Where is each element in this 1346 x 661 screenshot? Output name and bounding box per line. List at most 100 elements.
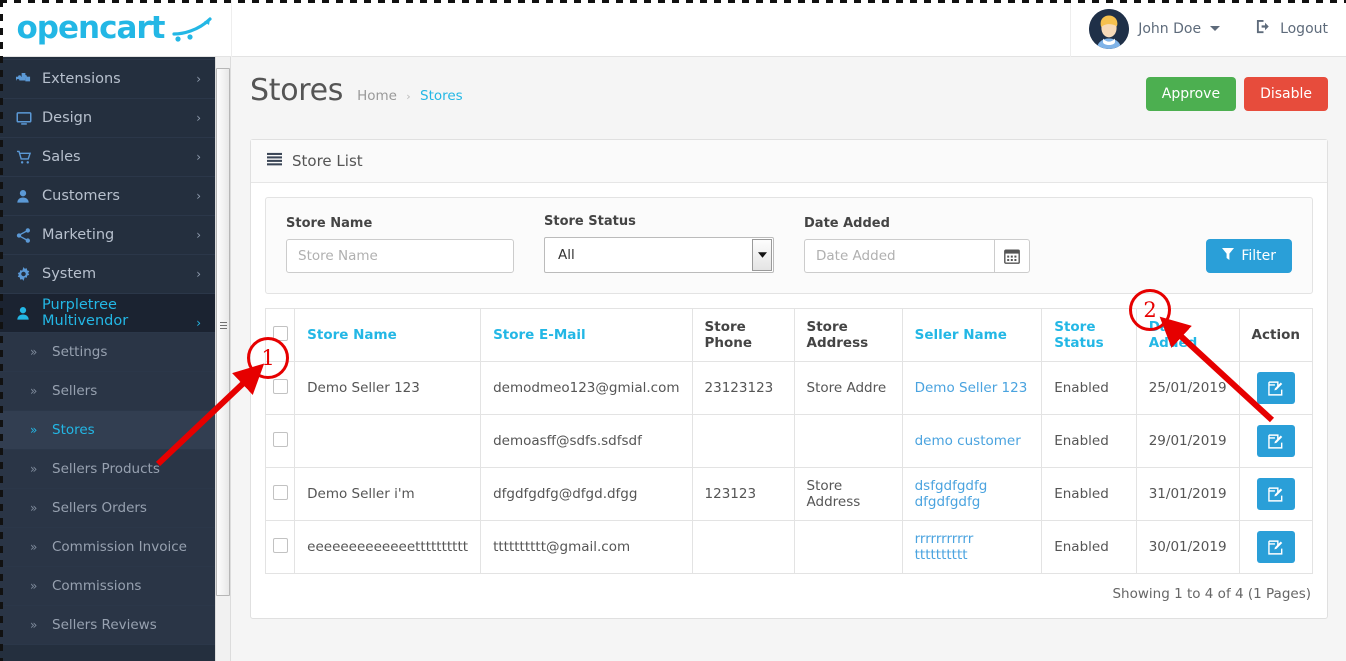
cell-date-added: 31/01/2019 [1135,467,1240,521]
breadcrumb-home[interactable]: Home [357,88,397,104]
monitor-icon [16,111,42,126]
sort-link-seller-name[interactable]: Seller Name [915,327,1007,343]
column-header-store-address: Store Address [793,308,903,362]
cell-store-phone [691,414,795,468]
table-body: Demo Seller 123 demodmeo123@gmial.com 23… [264,361,1314,574]
page-header: Stores Home › Stores Approve Disable [232,57,1346,127]
approve-button[interactable]: Approve [1145,77,1237,111]
panel-title: Store List [292,152,363,170]
user-menu[interactable]: John Doe [1070,0,1238,57]
cell-store-address [793,520,903,574]
sidebar-item-label: Sellers Products [52,461,160,477]
sidebar-item-sellers[interactable]: » Sellers [0,372,215,411]
store-status-selected-value: All [558,247,575,263]
screenshot-border-left [0,0,3,661]
cell-store-email: tttttttttt@gmail.com [480,520,693,574]
opencart-logo[interactable]: opencart [0,0,232,57]
seller-link[interactable]: dsfgdfgdfg dfgdfgdfg [915,478,988,510]
disable-button[interactable]: Disable [1244,77,1328,111]
row-checkbox[interactable] [272,378,288,394]
screenshot-border-top [0,0,1346,3]
cell-store-status: Enabled [1041,361,1137,415]
store-list-panel: Store List Store Name Store Status All [250,139,1328,619]
sort-link-store-status[interactable]: Store Status [1054,319,1103,351]
page-title: Stores [250,73,344,108]
store-name-label: Store Name [286,216,373,231]
sidebar-item-customers[interactable]: Customers › [0,177,215,216]
sidebar-item-label: Settings [52,344,108,360]
sidebar-item-label: Customers [42,188,120,204]
store-name-field-group: Store Name [286,216,514,273]
pagination-info: Showing 1 to 4 of 4 (1 Pages) [1112,586,1311,602]
seller-link[interactable]: rrrrrrrrrrr tttttttttt [915,531,974,563]
table-row: Demo Seller 123 demodmeo123@gmial.com 23… [264,361,1314,415]
sidebar-scrollbar-thumb[interactable] [216,68,230,596]
seller-link[interactable]: demo customer [915,433,1021,449]
panel-body: Store Name Store Status All Da [251,183,1327,618]
double-chevron-icon: » [30,501,38,515]
cell-store-address: Store Address [793,467,903,521]
sidebar-item-system[interactable]: System › [0,255,215,294]
store-status-label: Store Status [544,214,636,229]
edit-button[interactable] [1256,372,1295,404]
panel-header: Store List [251,140,1327,183]
calendar-icon[interactable] [994,239,1030,273]
seller-link[interactable]: Demo Seller 123 [915,380,1028,396]
sort-link-store-email[interactable]: Store E-Mail [493,327,586,343]
sidebar-item-label: Purpletree Multivendor [42,297,129,329]
breadcrumb-current[interactable]: Stores [420,88,463,104]
puzzle-icon [16,72,42,87]
sidebar-item-sales[interactable]: Sales › [0,138,215,177]
sidebar-item-purpletree-multivendor[interactable]: Purpletree Multivendor › [0,294,215,333]
sidebar-item-sellers-orders[interactable]: » Sellers Orders [0,489,215,528]
sidebar-item-label: Extensions [42,71,121,87]
sort-link-store-name[interactable]: Store Name [307,327,397,343]
cell-seller-name: Demo Seller 123 [901,361,1043,415]
row-checkbox[interactable] [272,431,288,447]
sidebar-item-commissions[interactable]: » Commissions [0,567,215,606]
edit-button[interactable] [1256,425,1295,457]
breadcrumb: Home › Stores [357,88,463,104]
sidebar-item-label: Commissions [52,578,142,594]
table-row: demoasff@sdfs.sdfsdf demo customer Enabl… [264,414,1314,468]
cell-seller-name: dsfgdfgdfg dfgdfgdfg [901,467,1043,521]
chevron-down-icon[interactable] [752,239,772,271]
sidebar-item-design[interactable]: Design › [0,99,215,138]
chevron-right-icon: › [196,267,201,281]
store-name-input[interactable] [286,239,514,273]
sidebar-item-sellers-reviews[interactable]: » Sellers Reviews [0,606,215,645]
chevron-right-icon: › [196,189,201,203]
column-header-store-name: Store Name [294,308,482,362]
row-checkbox[interactable] [272,537,288,553]
sidebar-item-stores[interactable]: » Stores [0,411,215,450]
sidebar-item-label: Sales [42,149,81,165]
cell-store-phone: 123123 [691,467,795,521]
edit-button[interactable] [1256,478,1295,510]
sidebar-item-label: Sellers Reviews [52,617,157,633]
date-added-input[interactable] [804,239,994,273]
double-chevron-icon: » [30,462,38,476]
filter-button[interactable]: Filter [1206,239,1292,273]
cart-logo-icon [168,16,214,42]
row-select-cell [264,520,296,574]
sidebar-item-settings[interactable]: » Settings [0,333,215,372]
store-status-select[interactable]: All [544,237,774,273]
table-row: Demo Seller i'm dfgdfgdfg@dfgd.dfgg 1231… [264,467,1314,521]
row-checkbox[interactable] [272,484,288,500]
chevron-down-icon: › [196,316,201,330]
cell-date-added: 25/01/2019 [1135,361,1240,415]
scrollbar-grip-icon [220,322,227,331]
double-chevron-icon: » [30,579,38,593]
row-select-cell [264,467,296,521]
sidebar-item-marketing[interactable]: Marketing › [0,216,215,255]
logout-button[interactable]: Logout [1238,0,1346,57]
sidebar-item-extensions[interactable]: Extensions › [0,60,215,99]
cell-action [1238,361,1314,415]
edit-button[interactable] [1256,531,1295,563]
user-icon [16,306,42,321]
sidebar-item-sellers-products[interactable]: » Sellers Products [0,450,215,489]
cell-store-status: Enabled [1041,467,1137,521]
sidebar-item-commission-invoice[interactable]: » Commission Invoice [0,528,215,567]
cell-store-email: dfgdfgdfg@dfgd.dfgg [480,467,693,521]
user-icon [16,189,42,204]
